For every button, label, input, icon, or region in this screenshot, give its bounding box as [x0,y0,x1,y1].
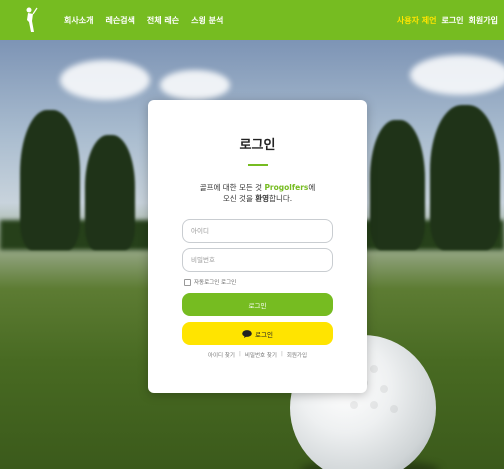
welcome-text: 골프에 대한 모든 것 [199,183,265,192]
signup-link[interactable]: 회원가입 [287,351,307,359]
nav-login[interactable]: 로그인 [441,15,463,26]
cloud [410,55,504,95]
nav-all-lessons[interactable]: 전체 레슨 [147,15,179,26]
main-menu: 회사소개 레슨검색 전체 레슨 스윙 분석 [64,0,223,40]
golfer-logo-icon[interactable] [24,7,38,33]
welcome-emphasis: 환영 [255,194,270,203]
nav-company-intro[interactable]: 회사소개 [64,15,93,26]
link-separator: | [280,351,283,357]
account-links: 아이디 찾기 | 비밀번호 찾기 | 회원가입 [148,351,367,359]
tree [430,105,500,250]
username-input[interactable] [182,219,333,243]
login-button[interactable]: 로그인 [182,293,333,316]
nav-user-suggestion[interactable]: 사용자 제언 [397,15,437,26]
login-card: 로그인 골프에 대한 모든 것 Progolfers에 오신 것을 환영합니다.… [148,100,367,393]
title-underline [248,164,268,166]
remember-label: 자동로그인 로그인 [194,280,237,286]
welcome-message: 골프에 대한 모든 것 Progolfers에 오신 것을 환영합니다. [148,182,367,204]
password-input[interactable] [182,248,333,272]
kakao-login-label: 로그인 [255,330,273,339]
login-title: 로그인 [239,138,276,153]
nav-lesson-search[interactable]: 레슨검색 [105,15,134,26]
tree [85,135,135,250]
link-separator: | [238,351,241,357]
top-navbar: 회사소개 레슨검색 전체 레슨 스윙 분석 사용자 제언 로그인 회원가입 [0,0,504,40]
find-id-link[interactable]: 아이디 찾기 [208,351,235,359]
chat-bubble-icon [242,329,252,338]
cloud [160,70,230,100]
tree [20,110,80,250]
remember-checkbox[interactable] [184,278,191,286]
tree [370,120,425,250]
kakao-login-button[interactable]: 로그인 [182,322,333,345]
welcome-text: 에 [308,183,316,192]
user-menu: 사용자 제언 로그인 회원가입 [397,0,498,40]
remember-me[interactable]: 자동로그인 로그인 [184,278,236,286]
brand-name: Progolfers [264,183,309,192]
welcome-text: 합니다. [269,194,293,203]
cloud [60,60,150,100]
find-password-link[interactable]: 비밀번호 찾기 [245,351,277,359]
nav-signup[interactable]: 회원가입 [469,15,498,26]
nav-swing-analysis[interactable]: 스윙 분석 [191,15,223,26]
welcome-text: 오신 것을 [222,194,256,203]
